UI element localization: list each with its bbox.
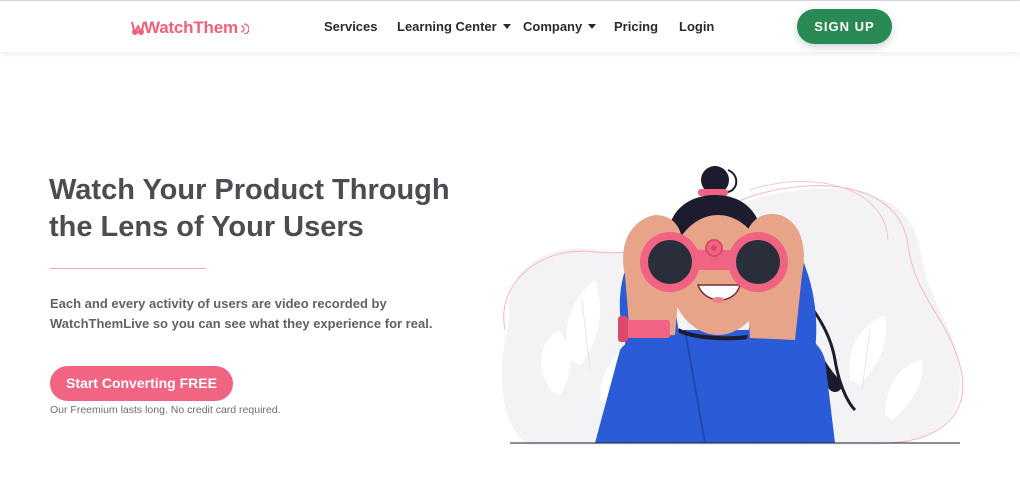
chevron-down-icon [588, 24, 597, 30]
nav-pricing-label: Pricing [614, 19, 659, 34]
hero-title: Watch Your Product Through the Lens of Y… [49, 174, 450, 243]
brand-logo[interactable]: WatchThem [131, 17, 249, 39]
site-header: WatchThem Services Learning Center Compa… [0, 1, 1020, 52]
brand-name: WatchThem [144, 18, 238, 37]
nav-learning-center-label: Learning Center [397, 19, 497, 34]
woman-with-binoculars-illustration [501, 166, 964, 445]
start-converting-button[interactable]: Start Converting FREE [50, 366, 233, 401]
nav-company-label: Company [523, 19, 583, 34]
nav-company[interactable]: Company [523, 19, 597, 34]
hero-description: Each and every activity of users are vid… [50, 296, 433, 331]
nav-pricing[interactable]: Pricing [614, 19, 658, 34]
nav-login[interactable]: Login [679, 19, 714, 34]
signal-waves-icon [240, 23, 249, 34]
chevron-down-icon [502, 24, 511, 30]
nav-learning-center[interactable]: Learning Center [397, 19, 511, 34]
cta-note: Our Freemium lasts long. No credit card … [50, 404, 281, 416]
nav-login-label: Login [679, 19, 715, 34]
nav-services-label: Services [324, 19, 378, 34]
nav-services[interactable]: Services [324, 19, 378, 34]
signup-button[interactable]: SIGN UP [797, 9, 892, 44]
hero-divider [50, 268, 205, 269]
binoculars-logo-icon [131, 21, 145, 36]
